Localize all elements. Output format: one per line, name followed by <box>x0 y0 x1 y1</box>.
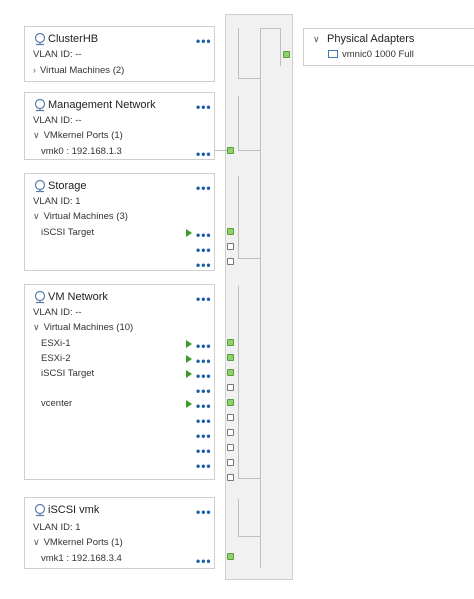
more-actions-button[interactable]: ••• <box>196 400 212 412</box>
more-actions-button[interactable]: ••• <box>196 35 212 47</box>
uplink-trunk-line <box>260 28 261 568</box>
chevron-right-icon: › <box>33 65 36 75</box>
port-connector <box>238 150 260 151</box>
switch-port[interactable] <box>227 369 234 376</box>
portgroup-management-network: Management Network ••• VLAN ID: -- ∨ VMke… <box>24 92 215 160</box>
more-actions-button[interactable]: ••• <box>196 460 212 472</box>
switch-port[interactable] <box>227 444 234 451</box>
portgroup-name: Management Network <box>48 99 156 111</box>
vmkernel-port-item[interactable]: vmk1 : 192.168.3.4 <box>41 553 122 564</box>
nic-card-icon <box>328 50 338 58</box>
port-connector <box>238 536 260 537</box>
more-actions-button[interactable]: ••• <box>196 355 212 367</box>
network-globe-icon <box>34 179 46 193</box>
chevron-down-icon: ∨ <box>33 211 40 221</box>
vmkernel-port-item[interactable]: vmk0 : 192.168.1.3 <box>41 146 122 157</box>
powered-on-icon <box>186 229 192 237</box>
switch-port[interactable] <box>227 354 234 361</box>
section-toggle[interactable]: ∨ VMkernel Ports (1) <box>33 130 123 141</box>
vm-item[interactable]: ESXi-1 <box>41 338 71 349</box>
port-connector <box>238 28 239 78</box>
network-globe-icon <box>34 290 46 304</box>
portgroup-iscsi-vmk: iSCSI vmk ••• VLAN ID: 1 ∨ VMkernel Ports… <box>24 497 215 569</box>
vm-item[interactable]: iSCSI Target <box>41 227 94 238</box>
port-connector <box>238 478 260 479</box>
chevron-down-icon: ∨ <box>33 322 40 332</box>
port-connector <box>238 286 239 478</box>
portgroup-storage: Storage ••• VLAN ID: 1 ∨ Virtual Machines… <box>24 173 215 271</box>
vlan-id: VLAN ID: 1 <box>33 196 81 207</box>
powered-on-icon <box>186 400 192 408</box>
uplink-port[interactable] <box>283 51 290 58</box>
port-connector <box>238 499 239 536</box>
physical-adapters-panel: ∨ Physical Adapters vmnic0 1000 Full <box>303 28 474 66</box>
network-globe-icon <box>34 98 46 112</box>
more-actions-button[interactable]: ••• <box>196 445 212 457</box>
more-actions-button[interactable]: ••• <box>196 229 212 241</box>
network-globe-icon <box>34 503 46 517</box>
section-toggle[interactable]: ∨ VMkernel Ports (1) <box>33 537 123 548</box>
portgroup-name: Storage <box>48 180 87 192</box>
vlan-id: VLAN ID: -- <box>33 307 82 318</box>
portgroup-name: ClusterHB <box>48 33 99 45</box>
portgroup-clusterhb: ClusterHB ••• VLAN ID: -- › Virtual Machi… <box>24 26 215 82</box>
more-actions-button[interactable]: ••• <box>196 340 212 352</box>
more-actions-button[interactable]: ••• <box>196 293 212 305</box>
vm-item[interactable]: ESXi-2 <box>41 353 71 364</box>
switch-port[interactable] <box>227 228 234 235</box>
more-actions-button[interactable]: ••• <box>196 385 212 397</box>
more-actions-button[interactable]: ••• <box>196 506 212 518</box>
section-toggle[interactable]: › Virtual Machines (2) <box>33 65 124 76</box>
switch-port[interactable] <box>227 553 234 560</box>
port-connector <box>238 258 260 259</box>
more-actions-button[interactable]: ••• <box>196 148 212 160</box>
port-connector <box>238 78 260 79</box>
more-actions-button[interactable]: ••• <box>196 244 212 256</box>
powered-on-icon <box>186 340 192 348</box>
switch-port[interactable] <box>227 399 234 406</box>
more-actions-button[interactable]: ••• <box>196 555 212 567</box>
vlan-id: VLAN ID: -- <box>33 115 82 126</box>
switch-port[interactable] <box>227 339 234 346</box>
uplink-connector <box>280 28 281 66</box>
chevron-down-icon: ∨ <box>33 537 40 547</box>
switch-port[interactable] <box>227 459 234 466</box>
network-globe-icon <box>34 32 46 46</box>
portgroup-name: VM Network <box>48 291 108 303</box>
switch-port[interactable] <box>227 429 234 436</box>
more-actions-button[interactable]: ••• <box>196 430 212 442</box>
port-connector <box>238 176 239 258</box>
chevron-down-icon: ∨ <box>33 130 40 140</box>
switch-port[interactable] <box>227 384 234 391</box>
more-actions-button[interactable]: ••• <box>196 259 212 271</box>
uplink-connector <box>260 28 280 29</box>
switch-port[interactable] <box>227 258 234 265</box>
vlan-id: VLAN ID: -- <box>33 49 82 60</box>
physical-adapter-item[interactable]: vmnic0 1000 Full <box>342 49 414 60</box>
powered-on-icon <box>186 355 192 363</box>
port-connector <box>215 150 227 151</box>
vm-item[interactable]: vcenter <box>41 398 72 409</box>
more-actions-button[interactable]: ••• <box>196 370 212 382</box>
more-actions-button[interactable]: ••• <box>196 182 212 194</box>
portgroup-vm-network: VM Network ••• VLAN ID: -- ∨ Virtual Mach… <box>24 284 215 480</box>
powered-on-icon <box>186 370 192 378</box>
section-toggle[interactable]: ∨ Virtual Machines (3) <box>33 211 128 222</box>
switch-port[interactable] <box>227 243 234 250</box>
virtual-switch-bar <box>225 14 293 580</box>
chevron-down-icon[interactable]: ∨ <box>313 34 320 45</box>
switch-port[interactable] <box>227 474 234 481</box>
more-actions-button[interactable]: ••• <box>196 415 212 427</box>
portgroup-name: iSCSI vmk <box>48 504 100 516</box>
switch-port[interactable] <box>227 147 234 154</box>
switch-port[interactable] <box>227 414 234 421</box>
section-toggle[interactable]: ∨ Virtual Machines (10) <box>33 322 133 333</box>
more-actions-button[interactable]: ••• <box>196 101 212 113</box>
vlan-id: VLAN ID: 1 <box>33 522 81 533</box>
vm-item[interactable]: iSCSI Target <box>41 368 94 379</box>
port-connector <box>238 96 239 150</box>
physical-adapters-title: Physical Adapters <box>327 33 415 45</box>
